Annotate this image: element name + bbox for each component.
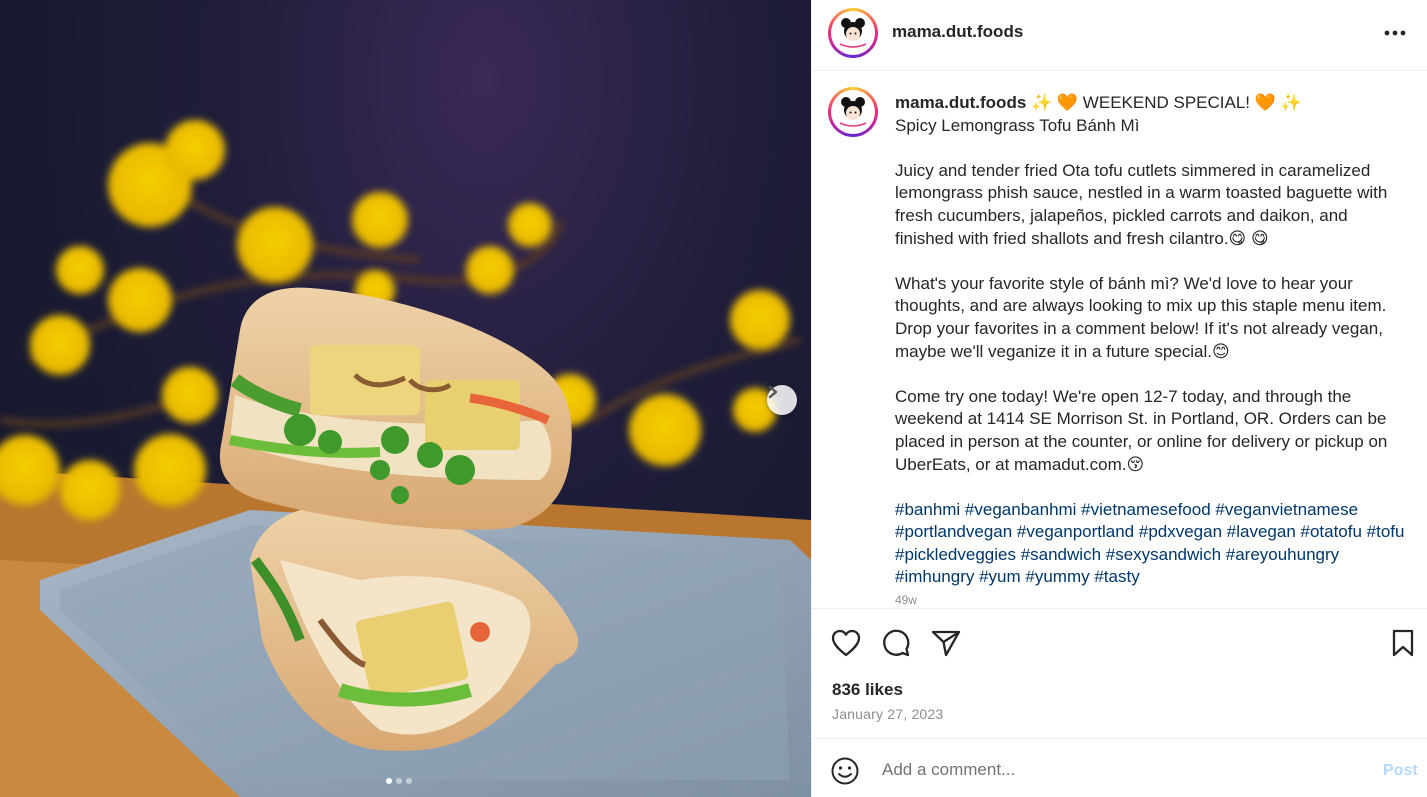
post-author-username[interactable]: mama.dut.foods [892, 22, 1023, 42]
comment-bar: Post [812, 738, 1427, 797]
caption-hashtags[interactable]: #banhmi #veganbanhmi #vietnamesefood #ve… [895, 499, 1410, 589]
post-media[interactable] [0, 0, 811, 797]
more-options-button[interactable] [1380, 20, 1410, 46]
caption-avatar[interactable] [828, 87, 878, 137]
save-button[interactable] [1386, 626, 1420, 660]
post-time-ago[interactable]: 49w [895, 589, 1410, 608]
caption-text: mama.dut.foods ✨ 🧡 WEEKEND SPECIAL! 🧡 ✨ … [895, 92, 1410, 608]
carousel-indicator [386, 778, 412, 784]
comment-button[interactable] [879, 626, 913, 660]
mama-dut-logo [839, 97, 867, 127]
caption-paragraph-3: Come try one today! We're open 12-7 toda… [895, 386, 1388, 474]
sandwich-photo [0, 120, 811, 797]
comment-icon [883, 629, 910, 657]
caption-paragraph-2: What's your favorite style of bánh mì? W… [895, 273, 1387, 361]
like-button[interactable] [829, 626, 863, 660]
more-options-icon [1384, 30, 1406, 36]
share-icon [931, 630, 961, 657]
chevron-right-icon [768, 385, 778, 399]
avatar[interactable] [828, 8, 878, 58]
carousel-next-button[interactable] [767, 385, 797, 415]
caption-headline: ✨ 🧡 WEEKEND SPECIAL! 🧡 ✨ [1031, 93, 1302, 112]
emoji-icon [831, 757, 859, 785]
share-button[interactable] [929, 626, 963, 660]
carousel-dot [406, 778, 412, 784]
mama-dut-logo [839, 18, 867, 48]
caption-paragraph-1: Juicy and tender fried Ota tofu cutlets … [895, 160, 1388, 248]
post-actions: 836 likes January 27, 2023 [812, 608, 1427, 738]
carousel-dot [396, 778, 402, 784]
emoji-button[interactable] [830, 756, 860, 786]
post-header: mama.dut.foods [812, 0, 1427, 71]
comment-input[interactable] [882, 757, 1362, 783]
caption-username[interactable]: mama.dut.foods [895, 93, 1026, 112]
caption-section: mama.dut.foods ✨ 🧡 WEEKEND SPECIAL! 🧡 ✨ … [812, 71, 1427, 608]
heart-icon [831, 629, 861, 657]
post-details-panel: mama.dut.foods mama.dut.foods ✨ 🧡 WEEKEN… [811, 0, 1427, 797]
bookmark-icon [1392, 629, 1414, 657]
caption-dish-name: Spicy Lemongrass Tofu Bánh Mì [895, 115, 1140, 135]
post-date: January 27, 2023 [832, 706, 944, 722]
post-comment-button[interactable]: Post [1383, 762, 1418, 780]
likes-count[interactable]: 836 likes [832, 680, 903, 700]
carousel-dot [386, 778, 392, 784]
